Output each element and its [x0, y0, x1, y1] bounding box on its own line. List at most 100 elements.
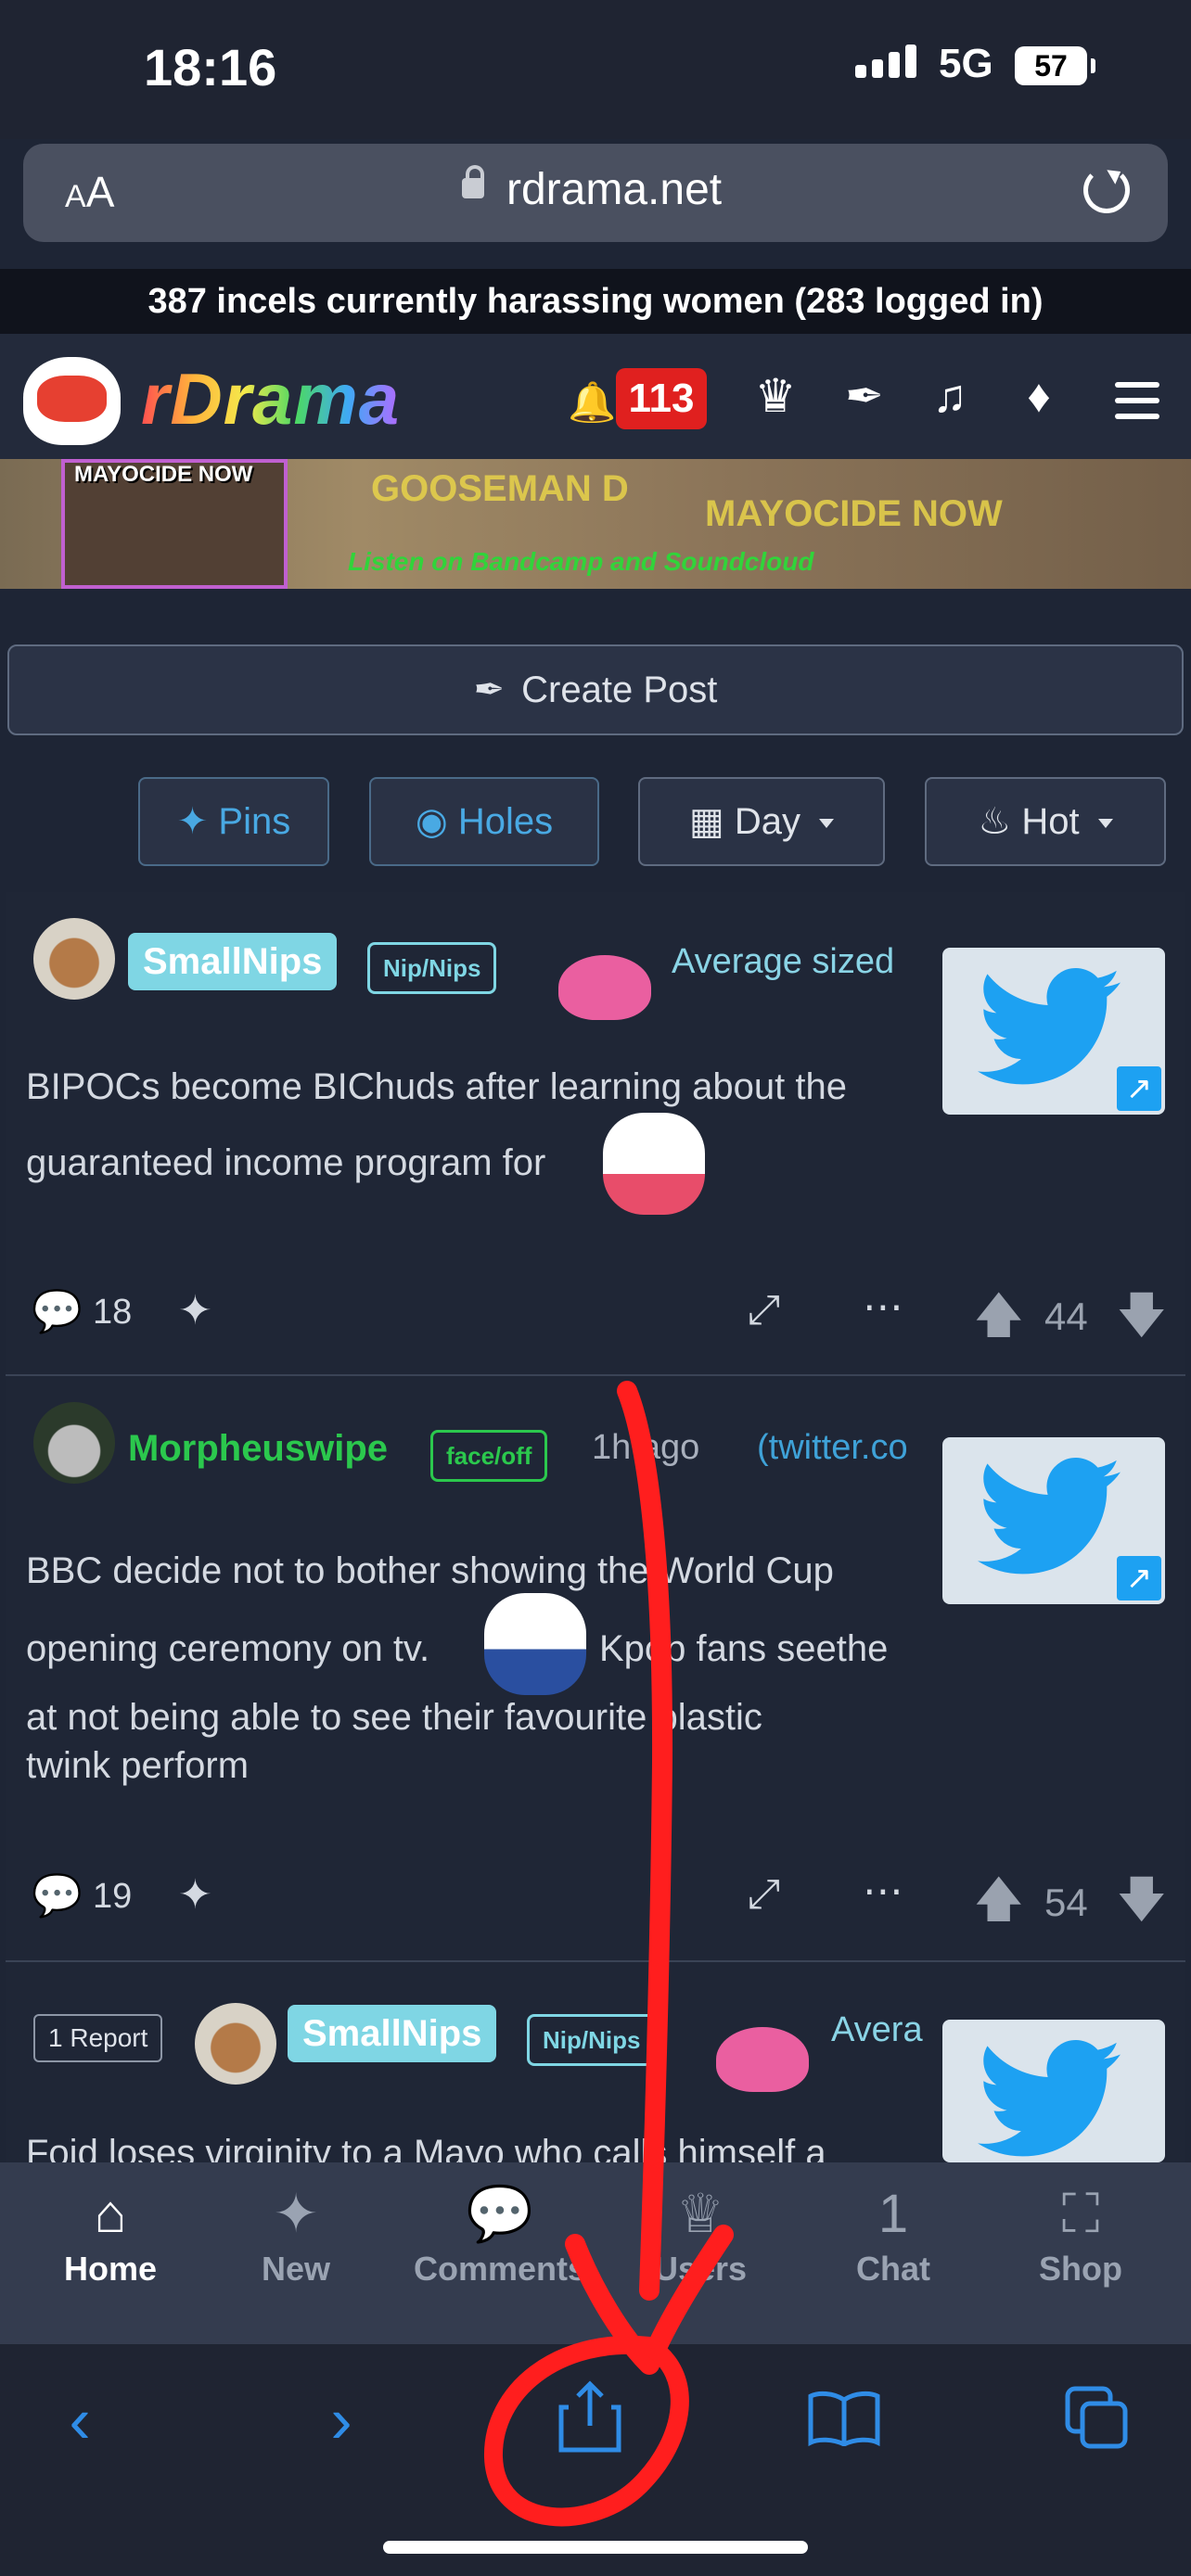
nav-users[interactable]: ♕ Users — [612, 2179, 788, 2289]
post-author[interactable]: SmallNips — [288, 2005, 497, 2062]
nav-home[interactable]: ⌂ Home — [22, 2179, 198, 2289]
post-author[interactable]: SmallNips — [128, 933, 338, 990]
broom-icon[interactable]: ✦ — [178, 1287, 212, 1334]
nav-label: Comments — [413, 2250, 587, 2288]
external-link-icon[interactable]: ↗ — [1117, 1556, 1161, 1600]
twitter-bird-icon — [978, 1457, 1121, 1575]
bell-icon[interactable]: 🔔 — [568, 380, 616, 426]
broom-icon[interactable]: ✦ — [178, 1871, 212, 1919]
book-glyph — [808, 2391, 880, 2447]
post-title-line[interactable]: opening ceremony on tv. — [26, 1610, 490, 1688]
logo-cat-icon[interactable] — [23, 357, 121, 445]
tabs-icon[interactable] — [1050, 2385, 1143, 2465]
nav-label: New — [261, 2250, 331, 2288]
post-title-line[interactable]: guaranteed income program for — [26, 1124, 583, 1202]
more-options-icon[interactable]: ⋯ — [863, 1868, 903, 1915]
site-logo[interactable]: rDrama — [141, 357, 400, 441]
holes-filter-button[interactable]: ◉ Holes — [369, 777, 599, 866]
ad-tagline: Listen on Bandcamp and Soundcloud — [348, 547, 814, 576]
nav-label: Chat — [856, 2250, 930, 2288]
hot-label: Hot — [1021, 801, 1080, 842]
nav-shop[interactable]: ⛶ Shop — [992, 2179, 1169, 2289]
globe-icon: ◉ — [415, 801, 458, 842]
nav-new[interactable]: ✦ New — [208, 2179, 384, 2289]
user-avatar[interactable] — [195, 2003, 276, 2085]
post-thumbnail[interactable]: ↗ — [942, 1437, 1165, 1604]
user-flair: face/off — [430, 1430, 548, 1482]
user-avatar[interactable] — [33, 1402, 115, 1484]
expand-icon[interactable]: ⤢ — [748, 1871, 780, 1918]
text-size-button[interactable]: AA — [65, 167, 114, 217]
tabs-glyph — [1065, 2386, 1128, 2449]
comment-count[interactable]: 18 — [93, 1293, 132, 1333]
post-title-line[interactable]: at not being able to see their favourite… — [26, 1693, 930, 1741]
create-post-label: Create Post — [521, 670, 718, 710]
chevron-down-icon — [819, 819, 835, 829]
post-title-line[interactable]: Kpop fans seethe — [599, 1610, 933, 1688]
twitter-bird-icon — [978, 967, 1121, 1085]
bookmarks-icon[interactable] — [798, 2387, 890, 2461]
music-icon[interactable]: ♫ — [922, 369, 978, 423]
report-badge[interactable]: 1 Report — [33, 2014, 163, 2062]
external-link-icon[interactable]: ↗ — [1117, 1066, 1161, 1111]
reload-icon[interactable] — [1083, 167, 1130, 213]
hamburger-menu-icon[interactable] — [1115, 382, 1159, 429]
store-icon: ⛶ — [1061, 2184, 1100, 2244]
pins-filter-button[interactable]: ✦ Pins — [138, 777, 329, 866]
nav-label: Shop — [1039, 2250, 1122, 2288]
user-avatar[interactable] — [33, 918, 115, 1000]
url-domain[interactable]: rdrama.net — [506, 164, 722, 215]
expand-icon[interactable]: ⤢ — [748, 1287, 780, 1333]
comment-icon: 💬 — [466, 2184, 534, 2244]
chevron-down-icon — [1097, 819, 1113, 829]
post-time: 1h ago — [592, 1428, 700, 1467]
nav-comments[interactable]: 💬 Comments — [393, 2179, 607, 2289]
downvote-icon[interactable]: 🡇 — [1117, 1864, 1166, 1946]
crown-icon[interactable]: ♛ — [748, 369, 803, 423]
notification-count[interactable]: 113 — [616, 368, 707, 429]
post-source-link[interactable]: (twitter.co — [757, 1428, 924, 1468]
pins-label: Pins — [218, 801, 291, 842]
user-flair: Nip/Nips — [527, 2014, 657, 2066]
signal-icon — [855, 45, 922, 78]
post-thumbnail[interactable] — [942, 2020, 1165, 2162]
post-score: 44 — [1044, 1294, 1088, 1338]
twitter-bird-icon — [978, 2039, 1121, 2157]
trophy-icon: ♕ — [676, 2184, 724, 2244]
ad-album-name: MAYOCIDE NOW — [705, 493, 1003, 534]
network-type: 5G — [939, 41, 993, 86]
post-title-line[interactable]: BIPOCs become BIChuds after learning abo… — [26, 1048, 930, 1126]
post-title-line[interactable]: Foid loses virginity to a Mayo who calls… — [26, 2116, 930, 2162]
nav-label: Users — [653, 2250, 748, 2288]
create-post-button[interactable]: ✒ Create Post — [7, 644, 1184, 735]
downvote-icon[interactable]: 🡇 — [1117, 1280, 1166, 1362]
post-author[interactable]: Morpheuswipe — [128, 1428, 388, 1470]
chat-badge: 1 — [877, 2184, 909, 2244]
forward-icon[interactable]: › — [295, 2383, 388, 2457]
sort-dropdown[interactable]: ♨ Hot — [925, 777, 1166, 866]
upvote-icon[interactable]: 🡅 — [974, 1864, 1023, 1946]
sparkles-icon: ✦ — [273, 2184, 319, 2244]
more-options-icon[interactable]: ⋯ — [863, 1283, 903, 1331]
post-score: 54 — [1044, 1881, 1088, 1924]
post-title-line[interactable]: BBC decide not to bother showing the Wor… — [26, 1532, 930, 1610]
pin-icon: ✦ — [176, 801, 219, 842]
post-thumbnail[interactable]: ↗ — [942, 948, 1165, 1115]
comment-icon[interactable]: 💬 — [32, 1287, 83, 1335]
post-meta: Average sized — [672, 942, 895, 981]
status-time: 18:16 — [144, 38, 277, 96]
post-meta: Avera — [831, 2010, 923, 2049]
back-icon[interactable]: ‹ — [33, 2383, 126, 2457]
day-label: Day — [734, 801, 801, 842]
casino-icon[interactable]: ♦ — [1011, 369, 1067, 423]
lock-icon — [462, 165, 484, 198]
comment-icon[interactable]: 💬 — [32, 1871, 83, 1919]
comment-count[interactable]: 19 — [93, 1877, 132, 1917]
share-icon[interactable] — [544, 2379, 636, 2468]
post-title-line[interactable]: twink perform — [26, 1741, 930, 1790]
feather-icon[interactable]: ✒ — [837, 369, 892, 423]
nav-chat[interactable]: 1 Chat — [805, 2179, 981, 2289]
time-filter-dropdown[interactable]: ▦ Day — [638, 777, 885, 866]
online-users-banner: 387 incels currently harassing women (28… — [0, 269, 1191, 334]
upvote-icon[interactable]: 🡅 — [974, 1280, 1023, 1362]
